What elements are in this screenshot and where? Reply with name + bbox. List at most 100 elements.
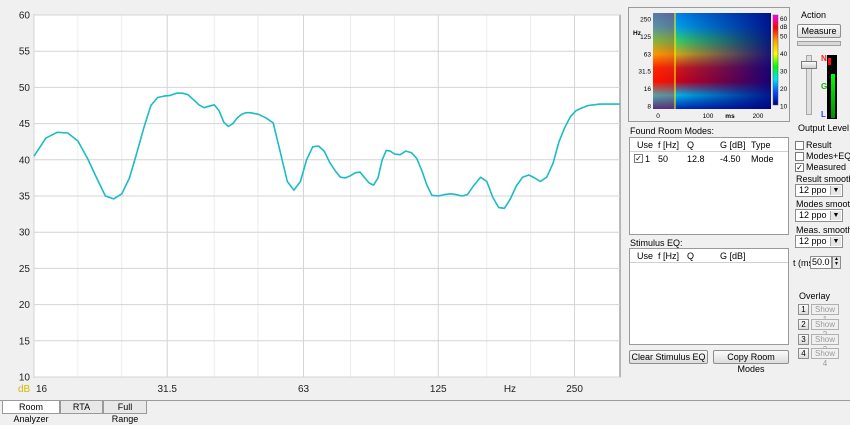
y-tick-label: 15 bbox=[19, 336, 31, 347]
colorbar-tick: 20 bbox=[780, 86, 788, 93]
spectrogram-colorbar bbox=[772, 14, 779, 106]
modes-smooth-value: 12 ppo bbox=[799, 210, 827, 220]
t-ms-spinner[interactable]: ▲ ▼ bbox=[832, 256, 841, 269]
spectro-y-tick: 250 bbox=[640, 17, 651, 24]
tab-full-range[interactable]: Full Range bbox=[103, 401, 147, 424]
col-use: Use bbox=[637, 251, 654, 261]
y-tick-label: 35 bbox=[19, 192, 31, 203]
mode-index: 1 bbox=[645, 154, 651, 164]
col-use: Use bbox=[637, 140, 654, 150]
measure-button[interactable]: Measure bbox=[797, 24, 841, 38]
col-q: Q bbox=[687, 251, 695, 261]
copy-room-modes-button[interactable]: Copy Room Modes bbox=[713, 350, 789, 374]
result-checkbox[interactable] bbox=[795, 141, 804, 150]
measured-checkbox[interactable]: ✓ bbox=[795, 163, 804, 172]
spectro-x-unit: ms bbox=[725, 113, 735, 120]
result-smooth-label: Result smooth: bbox=[796, 174, 850, 184]
modes-smooth-label: Modes smooth: bbox=[796, 199, 850, 209]
mode-type: Mode bbox=[751, 154, 774, 164]
room-modes-table[interactable]: Use f [Hz] Q G [dB] Type ✓ 1 50 12.8 -4.… bbox=[629, 137, 789, 235]
tab-room-analyzer[interactable]: Room Analyzer bbox=[2, 401, 60, 424]
x-tick-label: 125 bbox=[430, 384, 447, 395]
y-tick-label: 40 bbox=[19, 155, 31, 166]
colorbar-tick: 40 bbox=[780, 51, 788, 58]
room-modes-title: Found Room Modes: bbox=[630, 126, 715, 136]
meas-smooth-value: 12 ppo bbox=[799, 236, 827, 246]
col-q: Q bbox=[687, 140, 695, 150]
y-tick-label: 20 bbox=[19, 300, 31, 311]
y-tick-label: 55 bbox=[19, 47, 31, 58]
x-tick-label: 16 bbox=[36, 384, 48, 395]
chevron-down-icon: ▼ bbox=[830, 211, 841, 220]
stimulus-eq-table[interactable]: Use f [Hz] Q G [dB] bbox=[629, 248, 789, 345]
stimulus-eq-title: Stimulus EQ: bbox=[630, 238, 683, 248]
spectro-y-tick: 8 bbox=[647, 104, 651, 111]
y-tick-label: 30 bbox=[19, 228, 31, 239]
mode-q: 12.8 bbox=[687, 154, 705, 164]
overlay-show-3-button[interactable]: Show 3 bbox=[811, 334, 839, 354]
y-tick-label: 60 bbox=[19, 11, 31, 22]
header-divider bbox=[630, 262, 788, 263]
x-tick-label: 63 bbox=[298, 384, 310, 395]
col-frequency: f [Hz] bbox=[658, 140, 680, 150]
tab-rta[interactable]: RTA bbox=[60, 401, 103, 414]
result-label: Result bbox=[806, 140, 832, 150]
colorbar-tick: 60 bbox=[780, 16, 788, 23]
t-ms-input[interactable]: 50.0 bbox=[810, 256, 832, 269]
clear-stimulus-eq-button[interactable]: Clear Stimulus EQ bbox=[629, 350, 708, 364]
output-meter-clip-zone bbox=[828, 58, 831, 65]
col-frequency: f [Hz] bbox=[658, 251, 680, 261]
mode-gain: -4.50 bbox=[720, 154, 741, 164]
overlay-4-number[interactable]: 4 bbox=[798, 348, 809, 359]
colorbar-tick: 50 bbox=[780, 34, 788, 41]
overlay-1-number[interactable]: 1 bbox=[798, 304, 809, 315]
spectro-y-unit: Hz bbox=[633, 30, 642, 37]
modes-eq-checkbox[interactable] bbox=[795, 152, 804, 161]
y-axis: 60 55 50 45 40 35 30 25 20 15 10 bbox=[19, 11, 31, 384]
meas-smooth-label: Meas. smooth: bbox=[796, 225, 850, 235]
x-tick-label: 250 bbox=[566, 384, 583, 395]
spectro-x-tick: 200 bbox=[753, 113, 764, 120]
chevron-down-icon: ▼ bbox=[830, 186, 841, 195]
spectro-x-tick: 0 bbox=[656, 113, 660, 120]
overlay-show-2-button[interactable]: Show 2 bbox=[811, 319, 839, 339]
spectro-y-tick: 31.5 bbox=[638, 69, 651, 76]
overlay-2-number[interactable]: 2 bbox=[798, 319, 809, 330]
spectrogram-chart[interactable]: 250 125 63 31.5 16 8 Hz 0 100 200 ms 60 50 40 30 20 10 dB bbox=[628, 7, 790, 122]
meter-letter-g: G bbox=[821, 82, 828, 91]
y-unit-label: dB bbox=[18, 384, 31, 395]
result-smooth-value: 12 ppo bbox=[799, 185, 827, 195]
frequency-response-chart[interactable]: 6055504540353025201510 16 31.5 63 125 Hz 250 … bbox=[0, 0, 626, 400]
overlay-3-number[interactable]: 3 bbox=[798, 334, 809, 345]
mode-frequency: 50 bbox=[658, 154, 669, 164]
spectro-y-tick: 63 bbox=[644, 51, 652, 58]
overlay-show-1-button[interactable]: Show 1 bbox=[811, 304, 839, 324]
y-tick-label: 45 bbox=[19, 119, 31, 130]
output-meter-level bbox=[831, 74, 835, 118]
chevron-down-icon: ▼ bbox=[830, 237, 841, 246]
output-level-slider-thumb[interactable] bbox=[801, 61, 817, 69]
col-gain: G [dB] bbox=[720, 140, 746, 150]
result-smooth-select[interactable]: 12 ppo ▼ bbox=[795, 184, 843, 197]
meter-letter-n: N bbox=[821, 54, 827, 63]
mode-use-checkbox[interactable]: ✓ bbox=[634, 154, 643, 163]
spectro-y-tick: 125 bbox=[640, 34, 651, 41]
meas-smooth-select[interactable]: 12 ppo ▼ bbox=[795, 235, 843, 248]
output-slider-track bbox=[797, 41, 841, 46]
output-level-label: Output Level bbox=[798, 123, 850, 133]
colorbar-tick: 10 bbox=[780, 104, 788, 111]
x-tick-label: 31.5 bbox=[157, 384, 177, 395]
y-tick-label: 50 bbox=[19, 83, 31, 94]
y-tick-label: 25 bbox=[19, 264, 31, 275]
modes-smooth-select[interactable]: 12 ppo ▼ bbox=[795, 209, 843, 222]
meter-letter-l: L bbox=[821, 110, 826, 119]
action-title: Action bbox=[801, 10, 827, 20]
colorbar-unit: dB bbox=[780, 25, 787, 31]
x-axis: 16 31.5 63 125 Hz 250 bbox=[36, 384, 583, 395]
colorbar-tick: 30 bbox=[780, 69, 788, 76]
spectro-y-tick: 16 bbox=[644, 86, 652, 93]
overlay-title: Overlay bbox=[799, 291, 831, 301]
col-gain: G [dB] bbox=[720, 251, 746, 261]
overlay-show-4-button[interactable]: Show 4 bbox=[811, 348, 839, 368]
modes-eq-label: Modes+EQ bbox=[806, 151, 850, 161]
